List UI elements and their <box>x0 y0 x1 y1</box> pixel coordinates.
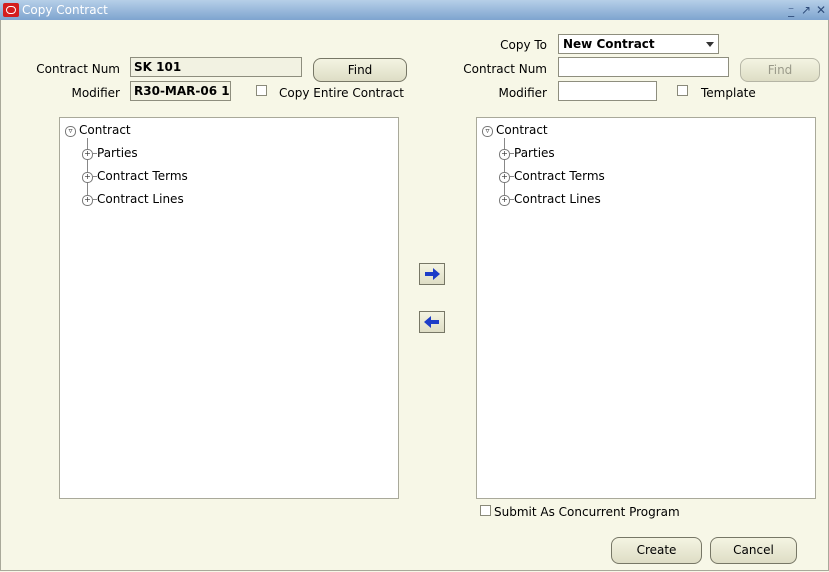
expand-icon[interactable]: + <box>499 149 510 160</box>
target-contract-num-input[interactable] <box>558 57 729 77</box>
target-tree-contract-lines[interactable]: Contract Lines <box>514 192 601 206</box>
target-tree-contract-terms[interactable]: Contract Terms <box>514 169 605 183</box>
source-modifier-field[interactable]: R30-MAR-06 16: <box>130 81 231 101</box>
submit-concurrent-checkbox[interactable] <box>480 505 491 516</box>
target-modifier-label: Modifier <box>498 86 547 100</box>
copy-right-button[interactable] <box>419 263 445 285</box>
source-tree-contract-lines[interactable]: Contract Lines <box>97 192 184 206</box>
target-modifier-input[interactable] <box>558 81 657 101</box>
expand-icon[interactable]: + <box>82 195 93 206</box>
target-tree-root[interactable]: Contract <box>496 123 548 137</box>
copy-left-button[interactable] <box>419 311 445 333</box>
tree-connector <box>504 138 505 198</box>
close-icon[interactable]: ✕ <box>814 2 828 18</box>
submit-concurrent-label: Submit As Concurrent Program <box>494 505 680 519</box>
copy-entire-contract-label: Copy Entire Contract <box>279 86 404 100</box>
collapse-icon[interactable]: ▿ <box>65 126 76 137</box>
chevron-down-icon <box>706 42 714 47</box>
source-contract-num-field[interactable]: SK 101 <box>130 57 302 77</box>
expand-icon[interactable]: + <box>82 172 93 183</box>
source-modifier-label: Modifier <box>71 86 120 100</box>
copy-to-select[interactable]: New Contract <box>558 34 719 54</box>
copy-entire-contract-checkbox[interactable] <box>256 85 267 96</box>
template-checkbox[interactable] <box>677 85 688 96</box>
copy-to-value: New Contract <box>563 37 655 51</box>
source-tree-contract-terms[interactable]: Contract Terms <box>97 169 188 183</box>
source-tree[interactable]: ▿ Contract + Parties + Contract Terms + … <box>59 117 399 499</box>
source-tree-parties[interactable]: Parties <box>97 146 138 160</box>
source-tree-root[interactable]: Contract <box>79 123 131 137</box>
copy-to-label: Copy To <box>500 38 547 52</box>
template-label: Template <box>701 86 756 100</box>
create-button[interactable]: Create <box>611 537 702 564</box>
maximize-icon[interactable]: ↗ <box>799 2 813 18</box>
expand-icon[interactable]: + <box>499 195 510 206</box>
expand-icon[interactable]: + <box>82 149 93 160</box>
cancel-button[interactable]: Cancel <box>710 537 797 564</box>
expand-icon[interactable]: + <box>499 172 510 183</box>
minimize-icon[interactable]: ⁻̲ <box>784 2 798 18</box>
target-tree[interactable]: ▿ Contract + Parties + Contract Terms + … <box>476 117 816 499</box>
dialog-body: Contract Num SK 101 Find Modifier R30-MA… <box>0 20 829 571</box>
target-find-button[interactable]: Find <box>740 58 820 82</box>
arrow-right-icon <box>425 268 440 280</box>
window-title: Copy Contract <box>22 3 108 17</box>
collapse-icon[interactable]: ▿ <box>482 126 493 137</box>
target-contract-num-label: Contract Num <box>463 62 547 76</box>
source-contract-num-label: Contract Num <box>36 62 120 76</box>
target-tree-parties[interactable]: Parties <box>514 146 555 160</box>
arrow-left-icon <box>424 316 439 328</box>
oracle-logo-icon <box>3 3 19 17</box>
source-find-button[interactable]: Find <box>313 58 407 82</box>
title-bar: Copy Contract ⁻̲ ↗ ✕ <box>0 0 829 20</box>
tree-connector <box>87 138 88 198</box>
